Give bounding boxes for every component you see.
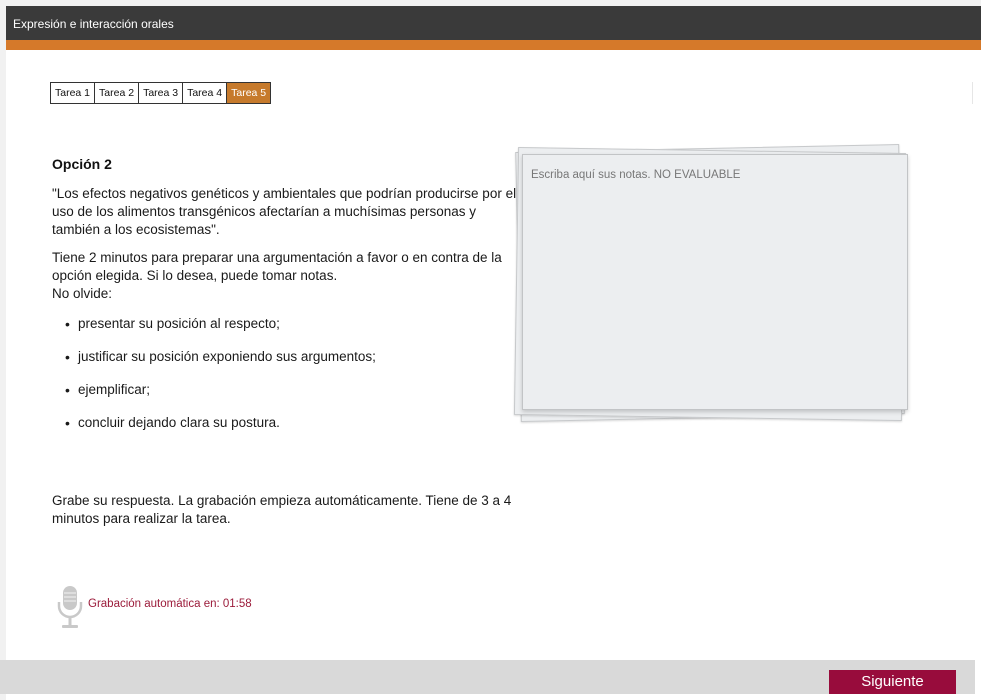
task-reminder-label: No olvide:	[52, 286, 113, 301]
footer-bar: Siguiente	[0, 660, 975, 694]
notes-textarea[interactable]	[523, 155, 907, 409]
task-quote: "Los efectos negativos genéticos y ambie…	[52, 186, 517, 237]
header-title: Expresión e interacción orales	[13, 17, 174, 31]
divider	[972, 82, 973, 104]
microphone-icon	[57, 586, 83, 628]
list-item: concluir dejando clara su postura.	[52, 414, 522, 432]
list-item: justificar su posición exponiendo sus ar…	[52, 348, 522, 366]
tab-tarea-3[interactable]: Tarea 3	[139, 83, 184, 103]
tab-tarea-1[interactable]: Tarea 1	[51, 83, 96, 103]
tab-tarea-5[interactable]: Tarea 5	[227, 83, 271, 103]
record-instructions: Grabe su respuesta. La grabación empieza…	[52, 493, 512, 526]
tab-tarea-4[interactable]: Tarea 4	[183, 83, 228, 103]
task-points-list: presentar su posición al respecto; justi…	[52, 315, 522, 432]
tab-tarea-2[interactable]: Tarea 2	[95, 83, 140, 103]
task-tabs: Tarea 1 Tarea 2 Tarea 3 Tarea 4 Tarea 5	[50, 82, 272, 104]
option-heading: Opción 2	[52, 156, 112, 172]
list-item: ejemplificar;	[52, 381, 522, 399]
task-content: Opción 2 "Los efectos negativos genético…	[52, 155, 522, 526]
notes-sheet	[522, 154, 908, 410]
notes-panel	[512, 142, 912, 424]
task-instructions: Tiene 2 minutos para preparar una argume…	[52, 250, 502, 283]
list-item: presentar su posición al respecto;	[52, 315, 522, 333]
next-button[interactable]: Siguiente	[829, 670, 956, 694]
recording-countdown: Grabación automática en: 01:58	[88, 598, 252, 610]
header-bar: Expresión e interacción orales	[6, 6, 981, 40]
header-accent-bar	[6, 40, 981, 50]
